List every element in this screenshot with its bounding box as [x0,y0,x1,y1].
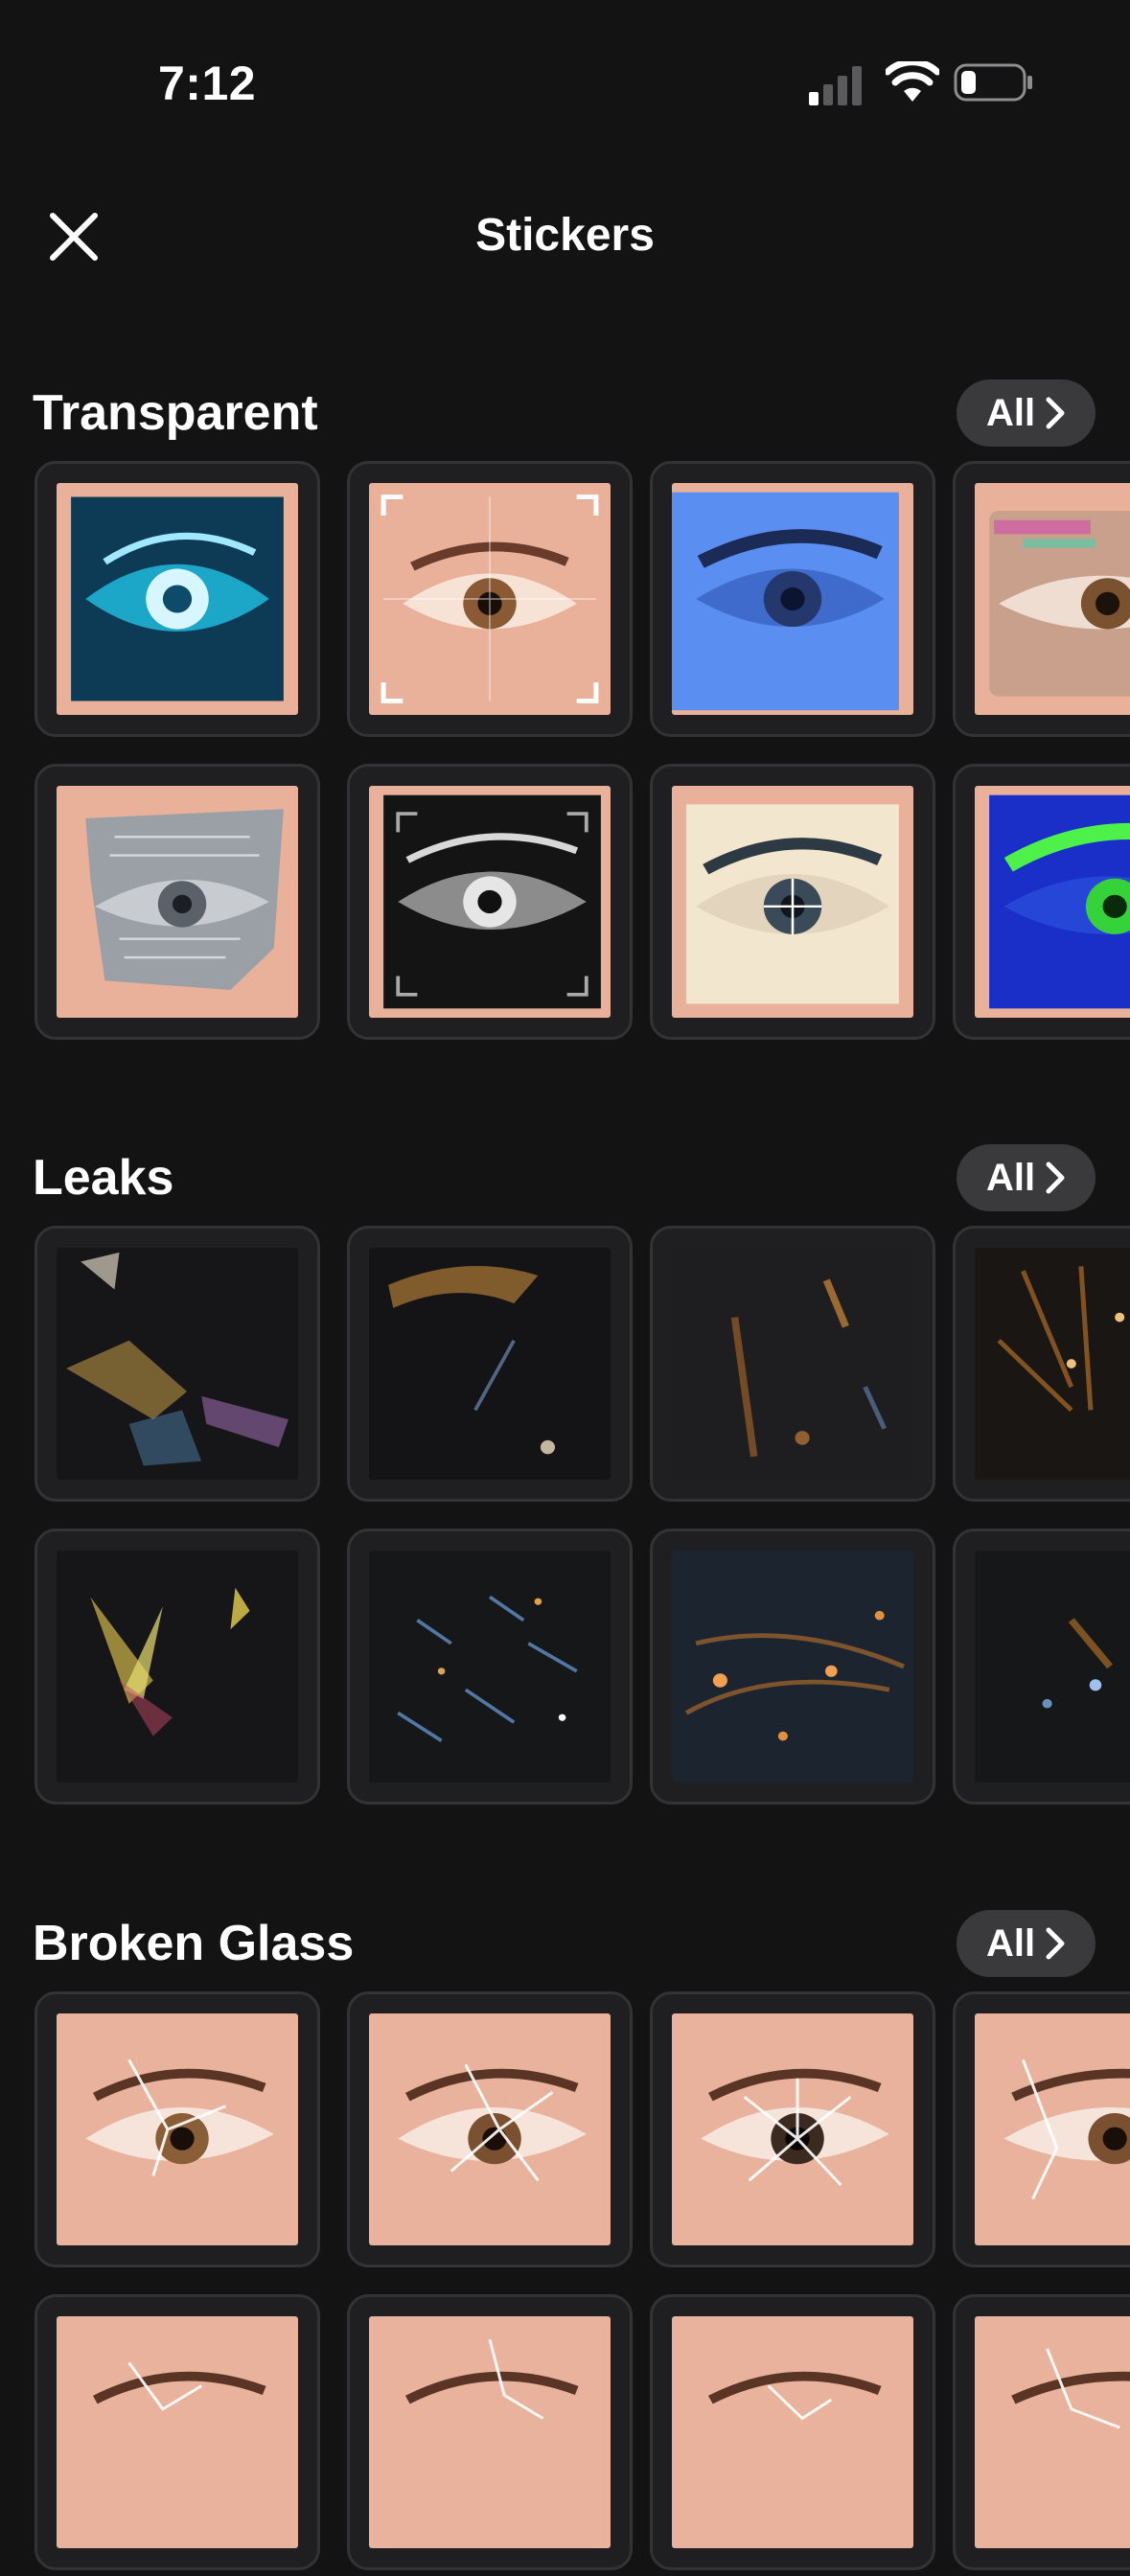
sticker-grid [35,461,1130,1046]
sticker-crack-6[interactable] [347,2294,633,2570]
section-title: Leaks [33,1150,174,1206]
sticker-bokeh-streak[interactable] [650,1226,935,1502]
status-time: 7:12 [158,57,257,110]
cellular-signal-icon [809,66,862,105]
sticker-crack-7[interactable] [650,2294,935,2570]
sticker-frame-eye[interactable] [347,461,633,737]
sticker-amber-streak[interactable] [347,1226,633,1502]
see-all-label: All [985,391,1036,434]
sticker-crack-4[interactable] [953,1991,1130,2267]
chevron-right-icon [1046,397,1065,429]
sticker-blue-eye[interactable] [650,461,935,737]
sticker-rainbow-flare[interactable] [35,1529,320,1805]
sticker-crack-5[interactable] [35,2294,320,2570]
sticker-warm-particles[interactable] [650,1529,935,1805]
sticker-mono-eye[interactable] [347,764,633,1040]
sticker-paper-eye[interactable] [35,764,320,1040]
see-all-label: All [985,1156,1036,1199]
see-all-button[interactable]: All [957,1910,1095,1977]
chevron-right-icon [1046,1162,1065,1194]
status-bar: 7:12 [0,0,1130,144]
section-title: Broken Glass [33,1916,355,1971]
sticker-orange-rays[interactable] [953,1226,1130,1502]
sticker-blue-particles[interactable] [347,1529,633,1805]
see-all-button[interactable]: All [957,1144,1095,1211]
sticker-crack-2[interactable] [347,1991,633,2267]
sticker-crack-8[interactable] [953,2294,1130,2570]
section-title: Transparent [33,385,318,441]
page-title: Stickers [475,210,655,261]
see-all-label: All [985,1921,1036,1965]
chevron-right-icon [1046,1927,1065,1960]
sticker-prism-leak[interactable] [35,1226,320,1502]
status-icons [807,59,1037,107]
sticker-grid [35,1991,1130,2576]
sticker-glitch-eye[interactable] [953,461,1130,737]
nav-bar: Stickers [0,182,1130,288]
see-all-button[interactable]: All [957,380,1095,447]
battery-icon [954,63,1032,102]
sticker-green-eye[interactable] [953,764,1130,1040]
sticker-crack-3[interactable] [650,1991,935,2267]
sticker-cream-eye[interactable] [650,764,935,1040]
sticker-grid [35,1226,1130,1810]
sticker-cyan-eye[interactable] [35,461,320,737]
wifi-icon [886,61,939,102]
sticker-crack-1[interactable] [35,1991,320,2267]
sticker-dim-flare[interactable] [953,1529,1130,1805]
